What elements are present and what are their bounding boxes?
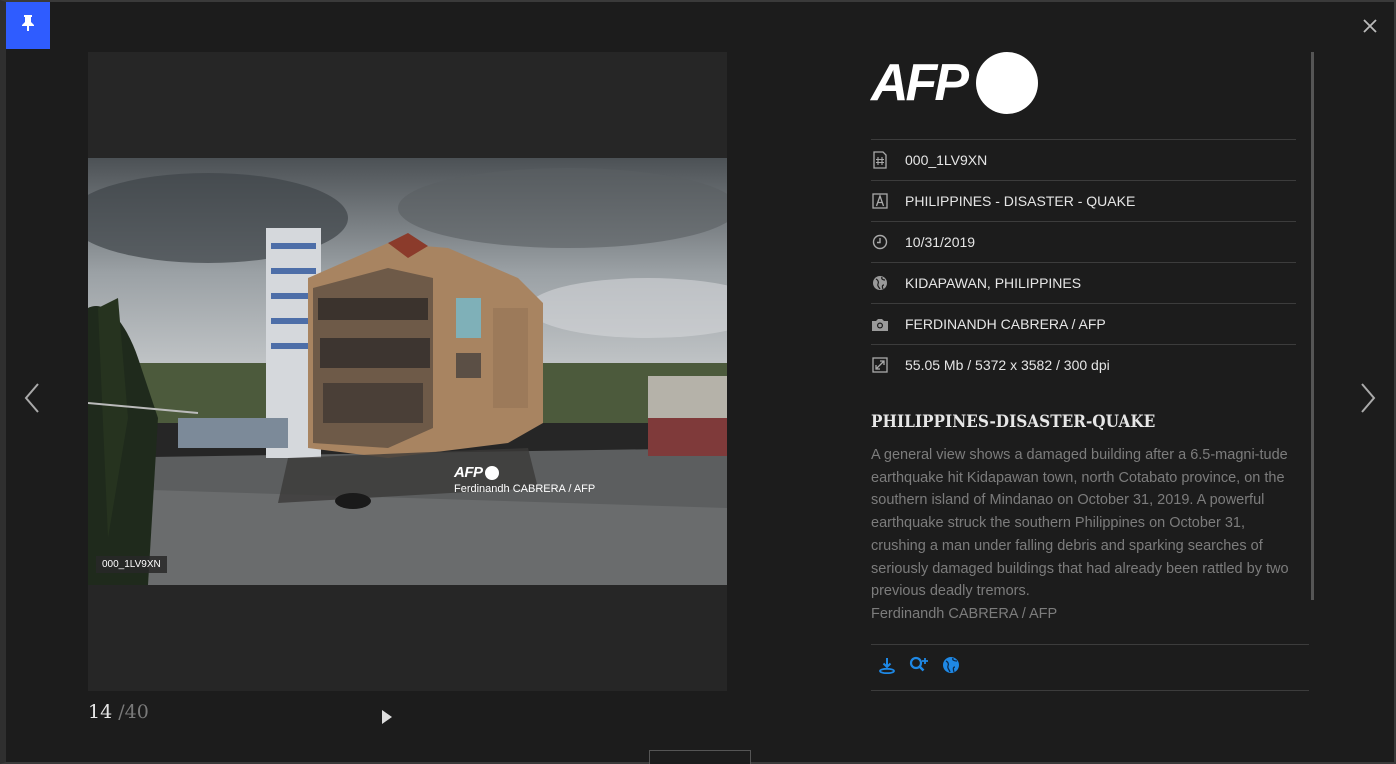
globe-icon	[942, 656, 960, 679]
story-credit: Ferdinandh CABRERA / AFP	[871, 605, 1058, 622]
slideshow-play-button[interactable]	[380, 708, 394, 726]
map-button[interactable]	[941, 656, 961, 679]
meta-title-value: PHILIPPINES - DISASTER - QUAKE	[905, 193, 1136, 209]
bottom-drawer-tab[interactable]	[649, 750, 751, 764]
meta-date-value: 10/31/2019	[905, 234, 976, 250]
story-caption: A general view shows a damaged building …	[871, 447, 1289, 600]
photo-watermark-logo: AFP	[454, 464, 499, 481]
meta-row-id: 000_1LV9XN	[871, 139, 1296, 180]
info-panel: AFP 000_1LV9XN PHILIPPINES - DISASTER - …	[871, 52, 1296, 625]
close-icon	[1358, 19, 1382, 42]
image-id-tag: 000_1LV9XN	[96, 556, 167, 573]
total-count: /40	[118, 701, 149, 723]
globe-icon	[871, 274, 889, 292]
pin-icon	[21, 14, 35, 37]
meta-row-title: PHILIPPINES - DISASTER - QUAKE	[871, 180, 1296, 221]
download-icon	[878, 656, 896, 679]
resize-icon	[871, 356, 889, 374]
clock-icon	[871, 233, 889, 251]
meta-row-date: 10/31/2019	[871, 221, 1296, 262]
download-button[interactable]	[877, 658, 897, 678]
play-icon	[380, 710, 394, 730]
pin-button[interactable]	[6, 2, 50, 49]
meta-id-value: 000_1LV9XN	[905, 152, 988, 168]
previous-button[interactable]	[18, 380, 48, 416]
news-photo[interactable]: AFP Ferdinandh CABRERA / AFP 000_1LV9XN	[88, 158, 727, 585]
info-scrollbar[interactable]	[1311, 52, 1314, 600]
photo-watermark-credit: Ferdinandh CABRERA / AFP	[454, 483, 596, 495]
meta-location-value: KIDAPAWAN, PHILIPPINES	[905, 275, 1082, 291]
meta-row-filesize: 55.05 Mb / 5372 x 3582 / 300 dpi	[871, 344, 1296, 385]
chevron-left-icon	[18, 383, 48, 420]
zoom-in-icon	[909, 656, 929, 679]
chevron-right-icon	[1352, 383, 1382, 420]
story-headline: PHILIPPINES-DISASTER-QUAKE	[871, 412, 1156, 432]
meta-filesize-value: 55.05 Mb / 5372 x 3582 / 300 dpi	[905, 357, 1110, 373]
image-viewer[interactable]: AFP Ferdinandh CABRERA / AFP 000_1LV9XN	[88, 52, 727, 691]
image-counter: 14 /40	[88, 701, 149, 723]
meta-photographer-value: FERDINANDH CABRERA / AFP	[905, 316, 1106, 332]
zoom-button[interactable]	[909, 656, 929, 679]
close-button[interactable]	[1358, 14, 1382, 38]
meta-row-photographer: FERDINANDH CABRERA / AFP	[871, 303, 1296, 344]
letter-a-icon	[871, 192, 889, 210]
meta-row-location: KIDAPAWAN, PHILIPPINES	[871, 262, 1296, 303]
next-button[interactable]	[1352, 380, 1382, 416]
afp-logo: AFP	[871, 52, 1296, 114]
camera-icon	[871, 315, 889, 333]
current-index: 14	[88, 701, 113, 723]
action-bar	[871, 644, 1309, 691]
hash-document-icon	[871, 151, 889, 169]
